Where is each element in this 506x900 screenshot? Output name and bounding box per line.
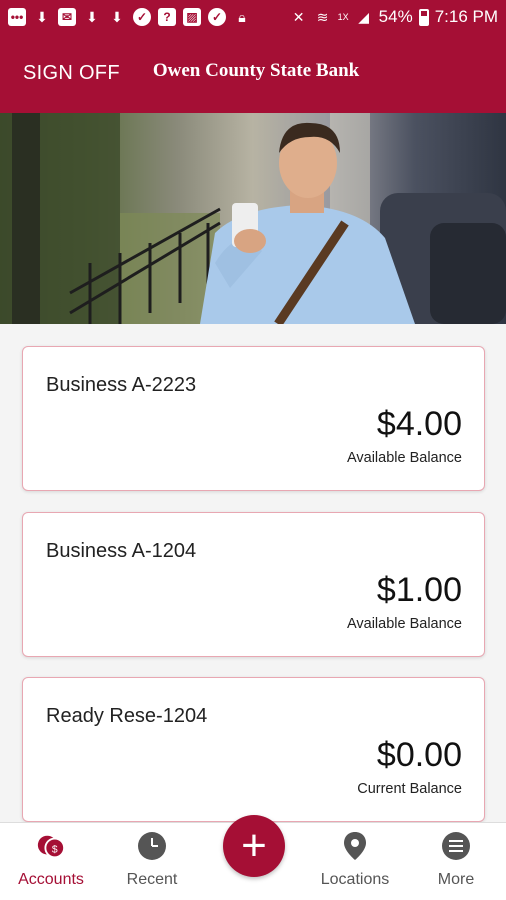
system-icons: ✕ ≋ 1X ◢ 54% 7:16 PM xyxy=(290,7,498,27)
help-icon: ? xyxy=(158,8,176,26)
hero-image xyxy=(0,113,506,324)
nav-accounts[interactable]: $ Accounts xyxy=(10,823,92,900)
nav-more[interactable]: More xyxy=(420,823,492,900)
check-icon: ✓ xyxy=(133,8,151,26)
clock: 7:16 PM xyxy=(434,7,498,26)
lock-icon: 🔒︎ xyxy=(238,8,246,25)
nav-recent[interactable]: Recent xyxy=(112,823,192,900)
account-balance: $1.00 xyxy=(376,571,462,609)
vibrate-icon: ✕ xyxy=(292,8,305,25)
hero-illustration xyxy=(0,113,506,324)
download-icon: ⬇ xyxy=(36,8,48,25)
account-name: Business A-1204 xyxy=(46,540,197,562)
status-bar: ••• ⬇ ✉ ⬇ ⬇ ✓ ? ▨ ✓ 🔒︎ ✕ ≋ 1X ◢ 54% 7:16… xyxy=(0,0,506,34)
battery-icon xyxy=(418,8,429,26)
mail-icon: ✉ xyxy=(58,8,76,26)
wifi-icon: ≋ xyxy=(316,8,329,25)
bottom-navigation: $ Accounts Recent + Locations More xyxy=(0,815,506,900)
nav-accounts-label: Accounts xyxy=(18,871,84,888)
location-pin-icon xyxy=(340,831,370,861)
nav-more-label: More xyxy=(437,871,475,888)
network-type-label: 1X xyxy=(337,12,349,22)
more-menu-icon xyxy=(441,831,471,861)
sign-off-button[interactable]: SIGN OFF xyxy=(23,62,120,85)
balance-label: Available Balance xyxy=(346,450,462,466)
app-header: SIGN OFF Owen County State Bank xyxy=(0,34,506,113)
account-balance: $0.00 xyxy=(376,736,462,774)
account-card[interactable]: Business A-1204 $1.00 Available Balance xyxy=(22,512,485,657)
account-card[interactable]: Ready Rese-1204 $0.00 Current Balance xyxy=(22,677,485,822)
image-icon: ▨ xyxy=(183,8,201,26)
account-name: Ready Rese-1204 xyxy=(46,705,208,727)
bank-name: Owen County State Bank xyxy=(152,59,360,81)
account-balance: $4.00 xyxy=(376,405,462,443)
download-icon: ⬇ xyxy=(86,8,98,25)
app-root: ••• ⬇ ✉ ⬇ ⬇ ✓ ? ▨ ✓ 🔒︎ ✕ ≋ 1X ◢ 54% 7:16… xyxy=(0,0,506,900)
account-card[interactable]: Business A-2223 $4.00 Available Balance xyxy=(22,346,485,491)
check-icon: ✓ xyxy=(208,8,226,26)
message-icon: ••• xyxy=(8,8,26,26)
notification-icons: ••• ⬇ ✉ ⬇ ⬇ ✓ ? ▨ ✓ 🔒︎ xyxy=(8,8,251,26)
nav-locations[interactable]: Locations xyxy=(310,823,400,900)
balance-label: Current Balance xyxy=(357,781,462,797)
balance-label: Available Balance xyxy=(346,616,462,632)
accounts-icon: $ xyxy=(36,831,66,861)
signal-icon: ◢ xyxy=(358,8,370,25)
accounts-list: Business A-2223 $4.00 Available Balance … xyxy=(0,324,506,822)
svg-text:$: $ xyxy=(52,845,58,856)
nav-recent-label: Recent xyxy=(126,871,178,888)
download-icon: ⬇ xyxy=(111,8,123,25)
account-name: Business A-2223 xyxy=(46,374,197,396)
battery-percent: 54% xyxy=(378,7,413,26)
nav-locations-label: Locations xyxy=(320,871,390,888)
clock-icon xyxy=(137,831,167,861)
add-button[interactable]: + xyxy=(223,815,285,877)
